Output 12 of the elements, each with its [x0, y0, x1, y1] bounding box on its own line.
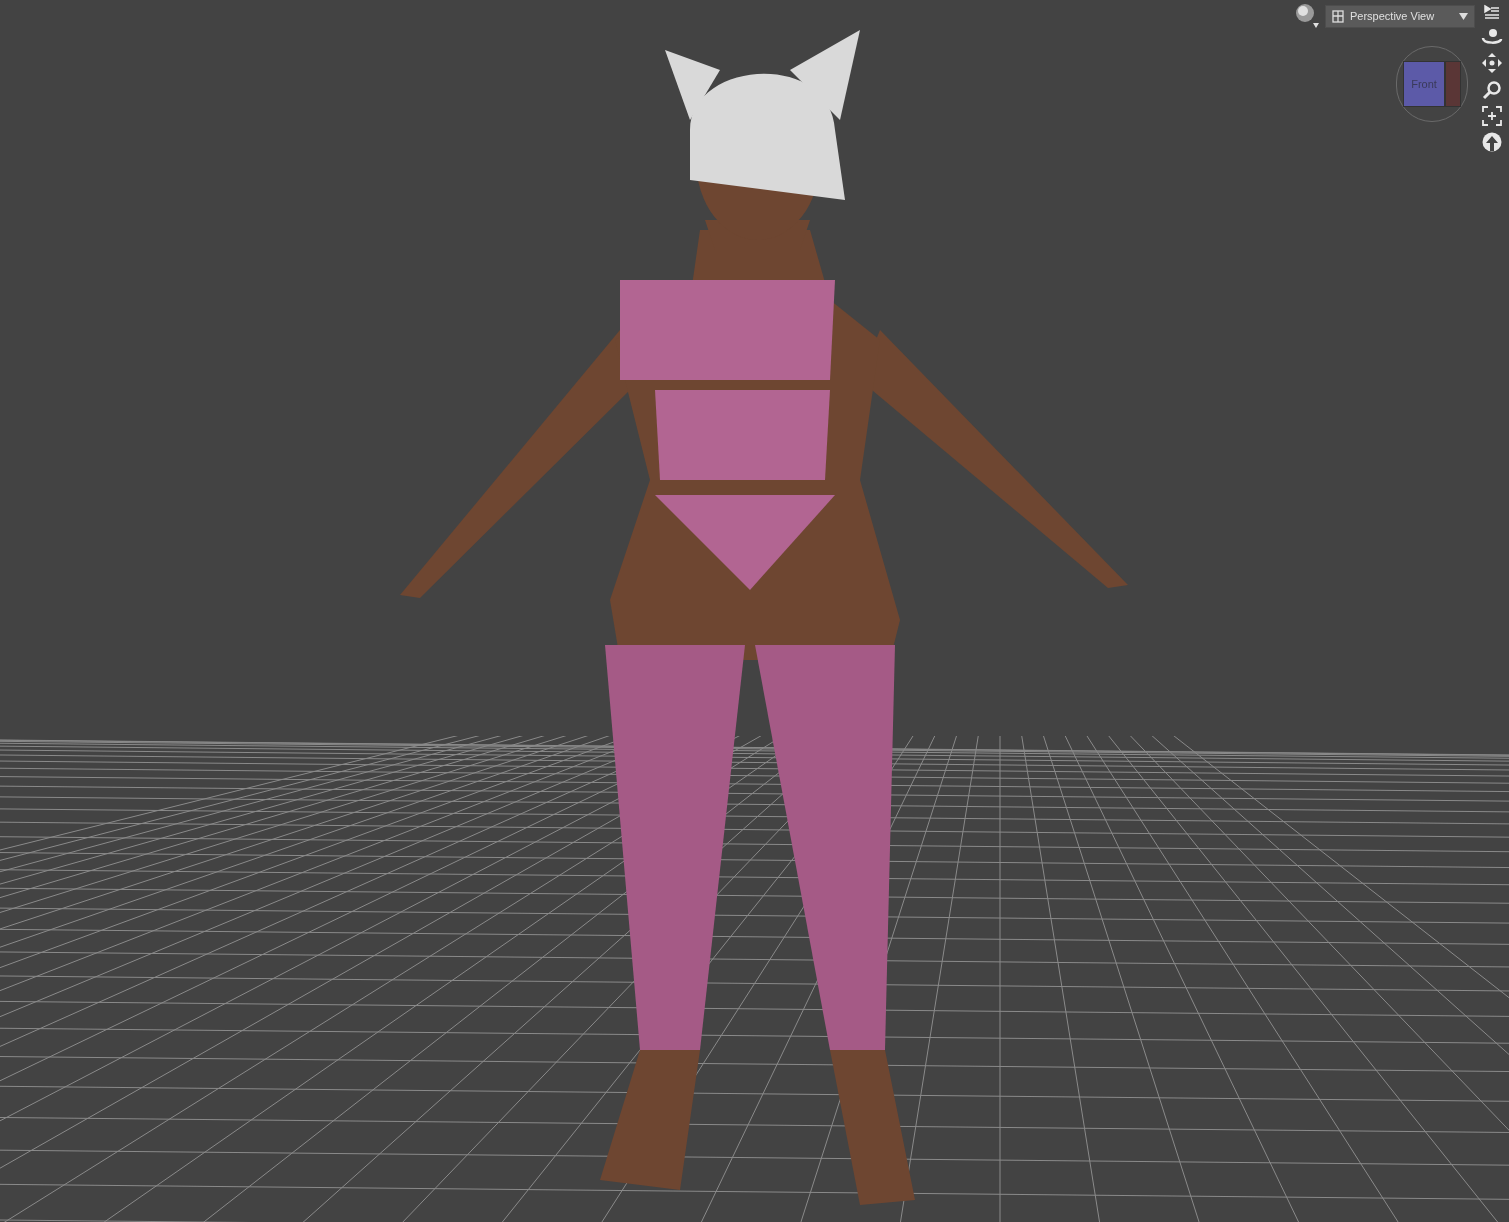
window-icon — [1332, 9, 1344, 23]
cube-face-label: Front — [1403, 61, 1445, 107]
menu-icon[interactable] — [1483, 4, 1501, 22]
search-icon[interactable] — [1482, 80, 1502, 100]
move-icon[interactable] — [1481, 52, 1503, 74]
dropdown-arrow-icon — [1459, 12, 1468, 20]
frame-icon[interactable] — [1482, 106, 1502, 126]
view-selector[interactable]: Perspective View — [1325, 4, 1475, 28]
arrow-up-circle-icon[interactable] — [1482, 132, 1502, 152]
sphere-icon[interactable] — [1295, 3, 1319, 29]
cube-side — [1445, 61, 1461, 107]
orbit-icon[interactable] — [1481, 28, 1503, 46]
